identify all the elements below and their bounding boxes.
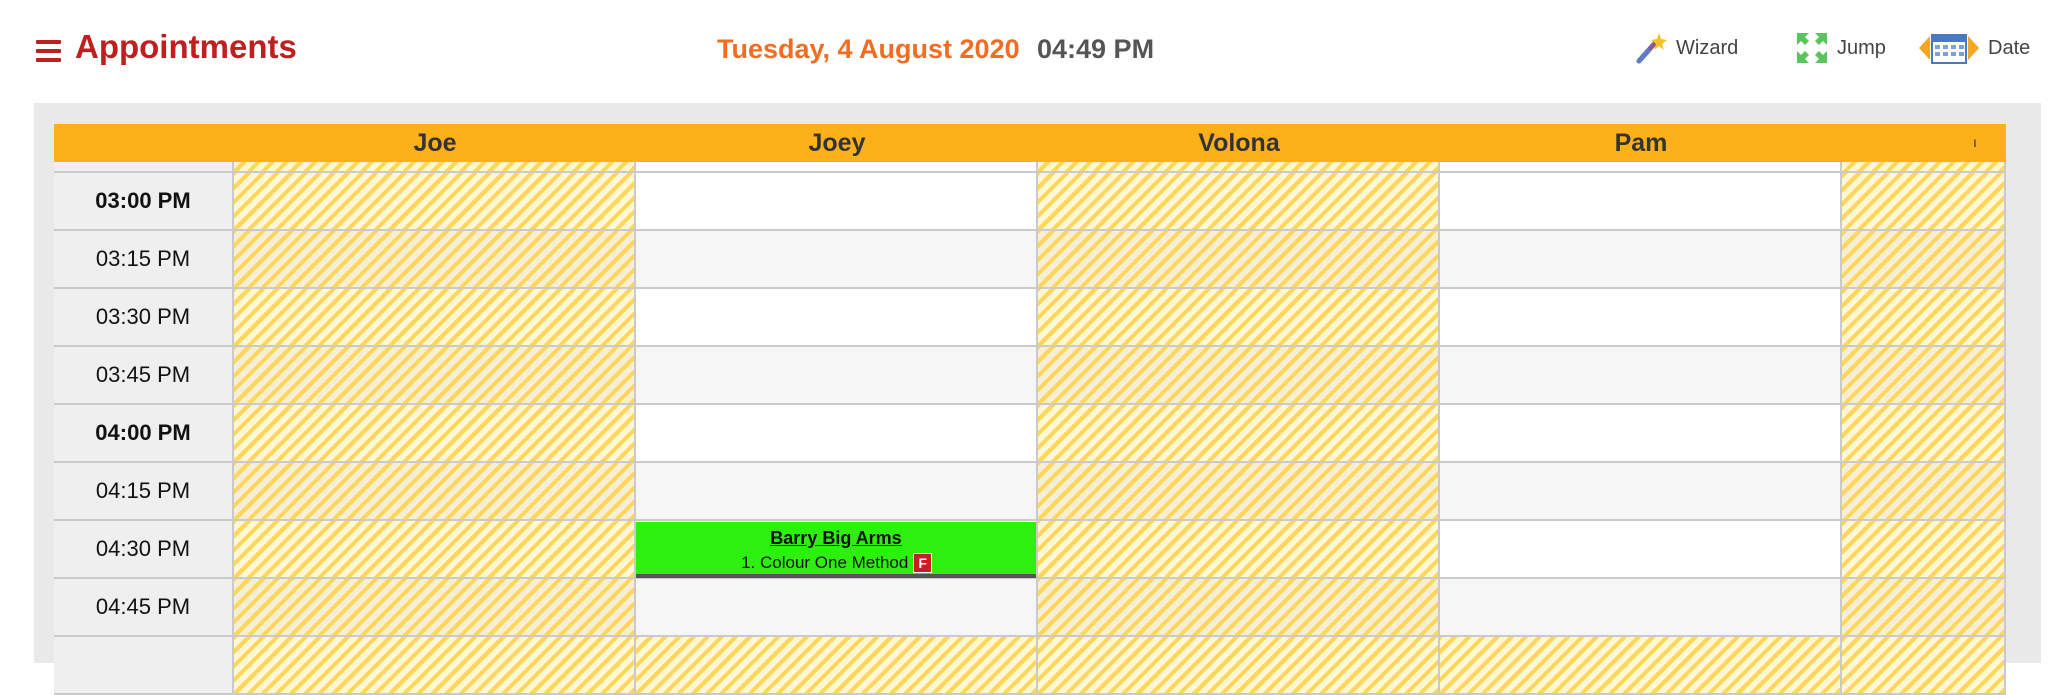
appointment-flag-badge: F: [913, 553, 932, 573]
slot-extra: [1842, 637, 2006, 695]
slot-volona-partial: [1038, 162, 1440, 173]
time-label: 04:45 PM: [54, 579, 234, 637]
slot-joey[interactable]: [636, 579, 1038, 637]
slot-joey: [636, 637, 1038, 695]
slot-pam-partial[interactable]: [1440, 162, 1842, 173]
column-header-bar: Joe Joey Volona Pam ı: [54, 124, 2006, 162]
date-label: Date: [1988, 36, 2031, 59]
slot-joe: [234, 289, 636, 347]
column-header-joey: Joey: [808, 129, 866, 157]
slot-joey[interactable]: [636, 173, 1038, 231]
slot-extra: [1842, 521, 2006, 579]
slot-volona: [1038, 173, 1440, 231]
slot-joe: [234, 579, 636, 637]
time-row: 04:45 PM: [54, 579, 2006, 637]
slot-pam[interactable]: [1440, 347, 1842, 405]
slot-joe: [234, 405, 636, 463]
time-row: 03:30 PM: [54, 289, 2006, 347]
time-label: 03:45 PM: [54, 347, 234, 405]
slot-joe: [234, 231, 636, 289]
slot-volona: [1038, 463, 1440, 521]
slot-pam[interactable]: [1440, 289, 1842, 347]
time-cell-partial: [54, 162, 234, 173]
time-label: 04:15 PM: [54, 463, 234, 521]
time-label: 04:00 PM: [54, 405, 234, 463]
slot-joe: [234, 347, 636, 405]
slot-volona: [1038, 521, 1440, 579]
slot-joe: [234, 521, 636, 579]
slot-joey[interactable]: [636, 463, 1038, 521]
slot-joey[interactable]: [636, 405, 1038, 463]
slot-extra: [1842, 289, 2006, 347]
schedule-grid: Joe Joey Volona Pam ı 03:00 PM 03:15 PM …: [54, 124, 2006, 695]
time-cell-partial: [54, 637, 234, 695]
slot-volona: [1038, 231, 1440, 289]
page-title: Appointments: [75, 28, 297, 65]
slot-extra-partial: [1842, 162, 2006, 173]
slot-volona: [1038, 347, 1440, 405]
time-label: 03:00 PM: [54, 173, 234, 231]
slot-pam[interactable]: [1440, 173, 1842, 231]
time-label: 03:15 PM: [54, 231, 234, 289]
expand-arrows-icon: [1797, 33, 1827, 63]
appointment-block[interactable]: Barry Big Arms 1. Colour One Method F: [636, 522, 1036, 578]
previous-slot-strip: [54, 162, 2006, 173]
time-label: 03:30 PM: [54, 289, 234, 347]
slot-pam[interactable]: [1440, 405, 1842, 463]
time-row: 04:15 PM: [54, 463, 2006, 521]
slot-extra: [1842, 405, 2006, 463]
calendar-icon: [1919, 34, 1979, 64]
current-date: Tuesday, 4 August 2020: [717, 34, 1020, 64]
slot-pam[interactable]: [1440, 231, 1842, 289]
current-time: 04:49 PM: [1037, 34, 1155, 64]
slot-pam[interactable]: [1440, 463, 1842, 521]
slot-joe: [234, 173, 636, 231]
slot-pam[interactable]: [1440, 579, 1842, 637]
slot-pam[interactable]: [1440, 521, 1842, 579]
slot-pam: [1440, 637, 1842, 695]
jump-label: Jump: [1837, 36, 1886, 59]
wizard-label: Wizard: [1676, 36, 1739, 59]
app-header: Appointments Tuesday, 4 August 2020 04:4…: [0, 0, 2072, 100]
time-row: 03:45 PM: [54, 347, 2006, 405]
appointment-client-name[interactable]: Barry Big Arms: [770, 528, 901, 549]
time-row-partial: [54, 637, 2006, 695]
slot-volona: [1038, 289, 1440, 347]
slot-joey[interactable]: [636, 231, 1038, 289]
column-overflow-mark: ı: [1973, 134, 1977, 150]
column-header-volona: Volona: [1198, 129, 1280, 157]
slot-extra: [1842, 173, 2006, 231]
slot-extra: [1842, 231, 2006, 289]
slot-volona: [1038, 637, 1440, 695]
slot-joey-partial[interactable]: [636, 162, 1038, 173]
appointment-service-label: 1. Colour One Method: [741, 553, 909, 572]
slot-joey[interactable]: [636, 347, 1038, 405]
magic-wand-icon: [1636, 33, 1667, 64]
time-label: 04:30 PM: [54, 521, 234, 579]
time-row: 04:00 PM: [54, 405, 2006, 463]
time-row: 03:00 PM: [54, 173, 2006, 231]
slot-extra: [1842, 463, 2006, 521]
slot-joe-partial: [234, 162, 636, 173]
wizard-button[interactable]: Wizard: [1634, 30, 1738, 66]
hamburger-menu-icon[interactable]: [36, 40, 61, 62]
column-header-pam: Pam: [1614, 129, 1668, 157]
slot-extra: [1842, 347, 2006, 405]
slot-joey[interactable]: [636, 289, 1038, 347]
slot-joe: [234, 637, 636, 695]
slot-joe: [234, 463, 636, 521]
slot-volona: [1038, 579, 1440, 637]
slot-volona: [1038, 405, 1440, 463]
column-header-joe: Joe: [413, 129, 457, 157]
date-picker-button[interactable]: Date: [1918, 30, 2030, 66]
time-row: 03:15 PM: [54, 231, 2006, 289]
slot-extra: [1842, 579, 2006, 637]
appointment-service: 1. Colour One Method F: [636, 553, 1036, 573]
jump-button[interactable]: Jump: [1795, 30, 1886, 66]
